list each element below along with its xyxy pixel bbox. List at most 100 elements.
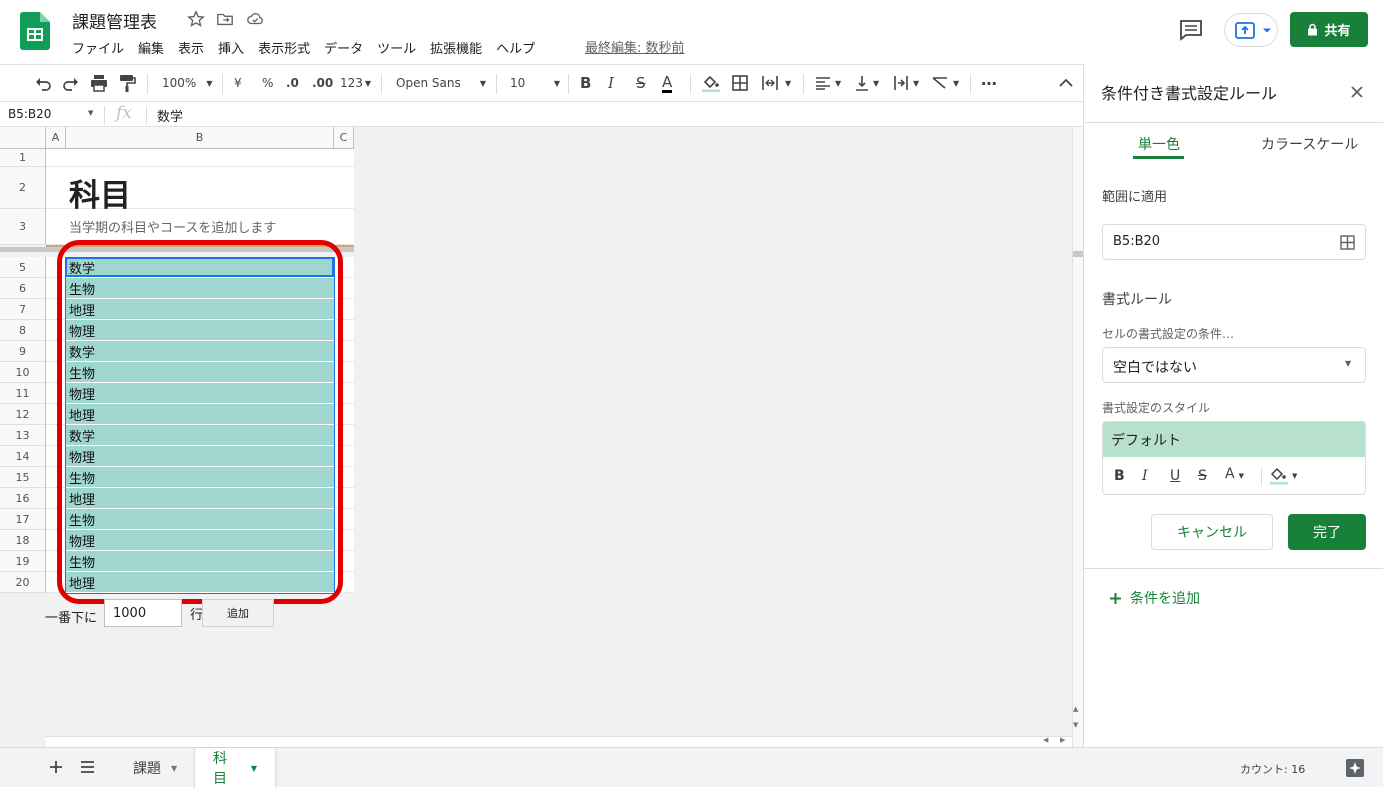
all-sheets-icon[interactable] [80,760,95,774]
sheet-tab-subjects[interactable]: 科目 ▼ [195,748,275,788]
row-header[interactable]: 6 [0,278,46,299]
share-button[interactable]: 共有 [1290,12,1368,47]
row-header[interactable]: 20 [0,572,46,593]
increase-decimal-button[interactable]: .00 [312,74,333,92]
freeze-line[interactable] [0,247,354,252]
subject-cell[interactable]: 生物 [66,362,334,383]
subject-cell[interactable]: 生物 [66,278,334,299]
style-underline-button[interactable]: U [1170,468,1180,484]
strikethrough-button[interactable]: S [636,74,646,92]
row-header[interactable]: 8 [0,320,46,341]
name-box[interactable]: B5:B20 ▼ [8,107,93,121]
comment-icon[interactable] [1178,18,1204,42]
redo-icon[interactable] [62,74,80,92]
fill-color-icon[interactable] [701,74,721,92]
present-button[interactable] [1224,13,1278,47]
star-icon[interactable] [187,10,205,28]
italic-button[interactable]: I [608,74,614,92]
table-row[interactable]: 当学期の科目やコースを追加します [46,209,354,245]
more-options-button[interactable]: ⋯ [981,74,997,93]
subject-cell[interactable]: 数学 [66,257,334,278]
select-all-corner[interactable] [0,127,46,149]
close-icon[interactable] [1350,85,1364,99]
select-range-icon[interactable] [1340,235,1355,250]
text-color-button[interactable]: A [662,73,673,93]
scroll-left-icon[interactable]: ◀ [1043,736,1048,744]
subject-cell[interactable]: 生物 [66,509,334,530]
column-header-a[interactable]: A [46,127,66,149]
status-count[interactable]: カウント: 16 [1240,761,1305,777]
subject-cell[interactable]: 地理 [66,299,334,320]
column-header-c[interactable]: C [334,127,354,149]
document-title[interactable]: 課題管理表 [72,8,157,33]
subject-cell[interactable]: 数学 [66,425,334,446]
subject-cell[interactable]: 物理 [66,383,334,404]
column-header-b[interactable]: B [66,127,334,149]
last-edit-link[interactable]: 最終編集: 数秒前 [585,37,685,56]
scroll-down-icon[interactable]: ▼ [1073,721,1078,729]
menu-tools[interactable]: ツール [377,38,416,57]
menu-view[interactable]: 表示 [178,38,204,57]
print-icon[interactable] [90,74,108,92]
table-row[interactable]: 科目 [46,167,354,214]
row-header[interactable]: 5 [0,257,46,278]
collapse-toolbar-icon[interactable] [1058,74,1074,92]
row-header[interactable]: 9 [0,341,46,362]
row-header[interactable]: 17 [0,509,46,530]
vertical-scrollbar[interactable] [1072,127,1083,747]
font-family-select[interactable]: Open Sans ▼ [396,74,486,92]
number-format-select[interactable]: 123 ▼ [340,74,371,92]
percent-format-button[interactable]: % [262,74,273,92]
row-header[interactable]: 14 [0,446,46,467]
merge-cells-button[interactable]: ▼ [761,74,791,92]
subject-cell[interactable]: 地理 [66,404,334,425]
subject-cell[interactable]: 物理 [66,530,334,551]
scroll-up-icon[interactable]: ▲ [1073,705,1078,713]
subject-cell[interactable]: 生物 [66,551,334,572]
condition-select[interactable]: 空白ではない ▼ [1102,347,1366,383]
horizontal-scrollbar[interactable] [46,736,1072,747]
tab-single-color[interactable]: 単一色 [1138,134,1180,154]
menu-insert[interactable]: 挿入 [218,38,244,57]
subject-cell[interactable]: 地理 [66,572,334,593]
horizontal-align-button[interactable]: ▼ [815,74,841,92]
subject-cell[interactable]: 地理 [66,488,334,509]
scroll-right-icon[interactable]: ▶ [1060,736,1065,744]
vertical-align-button[interactable]: ▼ [855,74,879,92]
cloud-status-icon[interactable] [246,10,264,28]
row-header[interactable]: 3 [0,209,46,245]
text-rotation-button[interactable]: ▼ [931,74,959,92]
scrollbar-thumb[interactable] [1073,251,1083,257]
move-folder-icon[interactable] [216,10,234,28]
row-header[interactable]: 13 [0,425,46,446]
menu-file[interactable]: ファイル [72,38,124,57]
zoom-select[interactable]: 100% ▼ [162,74,218,92]
range-input[interactable]: B5:B20 [1102,224,1366,260]
style-italic-button[interactable]: I [1142,468,1148,484]
subject-cell[interactable]: 物理 [66,446,334,467]
add-rows-button[interactable]: 追加 [202,599,274,627]
font-size-select[interactable]: 10 ▼ [510,74,560,92]
sheet-tab-tasks[interactable]: 課題 ▼ [115,748,195,788]
row-header[interactable]: 16 [0,488,46,509]
add-condition-button[interactable]: 条件を追加 [1109,588,1200,608]
row-header[interactable]: 11 [0,383,46,404]
table-row[interactable] [46,149,354,167]
row-header[interactable]: 18 [0,530,46,551]
borders-icon[interactable] [731,74,749,92]
menu-data[interactable]: データ [324,38,363,57]
row-header[interactable]: 19 [0,551,46,572]
row-header[interactable]: 7 [0,299,46,320]
row-header[interactable]: 2 [0,167,46,209]
subject-cell[interactable]: 数学 [66,341,334,362]
menu-edit[interactable]: 編集 [138,38,164,57]
subject-cell[interactable]: 物理 [66,320,334,341]
paint-format-icon[interactable] [118,74,136,92]
menu-extensions[interactable]: 拡張機能 [430,38,482,57]
style-bold-button[interactable]: B [1114,468,1125,484]
add-rows-count-input[interactable]: 1000 [104,599,182,627]
add-sheet-icon[interactable] [49,760,63,774]
row-header[interactable]: 1 [0,149,46,167]
row-header[interactable]: 10 [0,362,46,383]
currency-format-button[interactable]: ¥ [234,74,242,92]
